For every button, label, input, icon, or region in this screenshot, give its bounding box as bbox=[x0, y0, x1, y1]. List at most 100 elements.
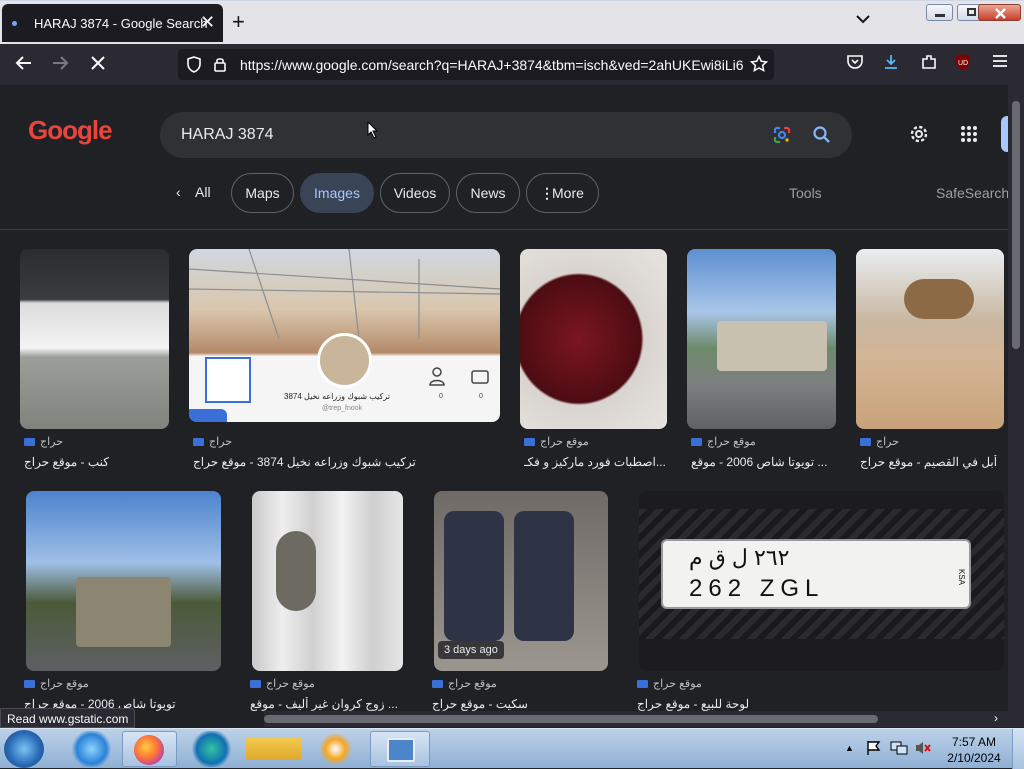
result-thumbnail[interactable] bbox=[520, 249, 667, 429]
tab-videos[interactable]: Videos bbox=[380, 173, 450, 213]
status-bar: Read www.gstatic.com bbox=[0, 708, 136, 728]
result-source: موقع حراج bbox=[540, 436, 589, 448]
tab-news[interactable]: News bbox=[456, 173, 520, 213]
result-title[interactable]: زوج كروان غير أليف - موقع ... bbox=[250, 697, 403, 711]
tab-images[interactable]: Images bbox=[300, 173, 374, 213]
start-button[interactable] bbox=[4, 730, 44, 768]
result-title[interactable]: تويوتا شاص 2006 - موقع ... bbox=[691, 455, 836, 469]
result-thumbnail[interactable]: تركيب شبوك وزراعه نخيل 3874 @trep_fnook … bbox=[189, 249, 500, 422]
file-explorer-icon[interactable] bbox=[246, 731, 301, 767]
url-text[interactable]: https://www.google.com/search?q=HARAJ+38… bbox=[240, 57, 744, 73]
firefox-taskbar-button[interactable] bbox=[122, 731, 177, 767]
search-box[interactable]: HARAJ 3874 bbox=[160, 112, 852, 158]
mouse-cursor-icon bbox=[367, 120, 379, 144]
forward-icon[interactable] bbox=[50, 53, 70, 78]
tab-all[interactable]: ‹ All bbox=[166, 173, 224, 213]
bird-shape bbox=[276, 531, 316, 611]
result-title[interactable]: تركيب شبوك وزراعه نخيل 3874 - موقع حراج bbox=[193, 455, 500, 469]
qr-code-icon bbox=[205, 357, 251, 403]
scrollbar-thumb[interactable] bbox=[1012, 101, 1020, 349]
settings-gear-icon[interactable] bbox=[908, 123, 930, 150]
overlay-caption: تركيب شبوك وزراعه نخيل 3874 bbox=[284, 392, 390, 401]
tab-favicon-icon bbox=[12, 21, 17, 26]
window-close-button[interactable] bbox=[978, 4, 1021, 21]
scroll-right-icon[interactable]: › bbox=[994, 711, 998, 725]
navigation-toolbar: https://www.google.com/search?q=HARAJ+38… bbox=[0, 44, 1024, 85]
vertical-scrollbar[interactable] bbox=[1008, 85, 1024, 711]
menu-hamburger-icon[interactable] bbox=[992, 53, 1008, 74]
result-title[interactable]: كنب - موقع حراج bbox=[24, 455, 170, 469]
edge-icon[interactable] bbox=[184, 731, 239, 767]
source-favicon-icon bbox=[432, 680, 443, 688]
horizontal-scrollbar[interactable]: › bbox=[264, 711, 1024, 727]
source-favicon-icon bbox=[524, 438, 535, 446]
show-hidden-icons[interactable]: ▲ bbox=[845, 743, 854, 753]
result-thumbnail[interactable] bbox=[252, 491, 403, 671]
browser-tab[interactable]: HARAJ 3874 - Google Search ✕ bbox=[2, 4, 223, 42]
scrollbar-thumb[interactable] bbox=[264, 715, 878, 723]
tracking-protection-icon[interactable] bbox=[186, 56, 202, 78]
result-source: حراج bbox=[40, 436, 64, 448]
stop-loading-icon[interactable] bbox=[88, 53, 108, 78]
search-input[interactable]: HARAJ 3874 bbox=[181, 126, 274, 144]
tab-maps[interactable]: Maps bbox=[231, 173, 294, 213]
source-favicon-icon bbox=[637, 680, 648, 688]
result-title[interactable]: سكيت - موقع حراج bbox=[432, 697, 608, 711]
url-bar[interactable]: https://www.google.com/search?q=HARAJ+38… bbox=[178, 49, 774, 80]
search-icon[interactable] bbox=[812, 125, 832, 150]
image-result[interactable]: موقع حراج اصطبات فورد ماركيز و فكـ... bbox=[520, 249, 667, 479]
lock-icon[interactable] bbox=[213, 56, 227, 78]
new-tab-button[interactable]: + bbox=[232, 9, 245, 35]
camel-shape bbox=[904, 279, 974, 319]
google-logo[interactable]: Google bbox=[28, 115, 113, 146]
control-panel-taskbar-button[interactable] bbox=[370, 731, 430, 767]
result-thumbnail[interactable] bbox=[687, 249, 836, 429]
haraj-watermark bbox=[189, 409, 227, 422]
result-source: موقع حراج bbox=[448, 678, 497, 690]
volume-muted-icon[interactable] bbox=[914, 740, 932, 761]
image-result[interactable]: موقع حراج تويوتا شاص 2006 - موقع حراج bbox=[20, 491, 221, 711]
result-source: حراج bbox=[209, 436, 233, 448]
apps-grid-icon[interactable] bbox=[960, 125, 978, 148]
result-thumbnail[interactable] bbox=[26, 491, 221, 671]
control-panel-icon bbox=[387, 738, 415, 762]
search-results-page: Google HARAJ 3874 ‹ All Maps Images Vide… bbox=[0, 85, 1008, 711]
internet-explorer-icon[interactable] bbox=[64, 731, 119, 767]
result-title[interactable]: لوحة للبيع - موقع حراج bbox=[637, 697, 1004, 711]
show-desktop-button[interactable] bbox=[1012, 729, 1024, 769]
image-result[interactable]: حراج أبل في القصيم - موقع حراج bbox=[856, 249, 1004, 479]
result-title[interactable]: اصطبات فورد ماركيز و فكـ... bbox=[524, 455, 667, 469]
result-thumbnail[interactable] bbox=[856, 249, 1004, 429]
list-tabs-icon[interactable] bbox=[856, 11, 870, 27]
result-source: حراج bbox=[876, 436, 900, 448]
image-result[interactable]: حراج كنب - موقع حراج bbox=[20, 249, 170, 479]
result-thumbnail[interactable] bbox=[20, 249, 169, 429]
back-icon[interactable] bbox=[14, 53, 34, 78]
image-result[interactable]: تركيب شبوك وزراعه نخيل 3874 @trep_fnook … bbox=[189, 249, 500, 479]
skate-right-shape bbox=[514, 511, 574, 641]
result-thumbnail[interactable]: 3 days ago bbox=[434, 491, 608, 671]
downloads-icon[interactable] bbox=[882, 53, 900, 76]
action-center-flag-icon[interactable] bbox=[866, 740, 882, 761]
extensions-icon[interactable] bbox=[920, 53, 938, 76]
google-lens-icon[interactable] bbox=[772, 125, 792, 150]
tools-button[interactable]: Tools bbox=[789, 185, 822, 201]
media-player-icon[interactable] bbox=[308, 731, 363, 767]
pocket-icon[interactable] bbox=[846, 53, 864, 76]
result-title[interactable]: أبل في القصيم - موقع حراج bbox=[860, 455, 1004, 469]
image-result[interactable]: 3 days ago موقع حراج سكيت - موقع حراج bbox=[428, 491, 608, 711]
image-result[interactable]: موقع حراج تويوتا شاص 2006 - موقع ... bbox=[687, 249, 836, 479]
network-icon[interactable] bbox=[890, 740, 908, 761]
sign-in-button[interactable] bbox=[1001, 116, 1008, 152]
source-favicon-icon bbox=[250, 680, 261, 688]
bookmark-star-icon[interactable] bbox=[749, 54, 769, 78]
safesearch-button[interactable]: SafeSearch bbox=[936, 185, 1008, 201]
tab-close-icon[interactable]: ✕ bbox=[200, 12, 215, 33]
minimize-button[interactable] bbox=[926, 4, 953, 21]
result-thumbnail[interactable]: ٢٦٢ ل ق م 262 ZGL KSA bbox=[639, 491, 1004, 671]
ublock-origin-icon[interactable]: UD bbox=[954, 53, 972, 76]
system-clock[interactable]: 7:57 AM 2/10/2024 bbox=[944, 734, 1004, 766]
image-result[interactable]: ٢٦٢ ل ق م 262 ZGL KSA موقع حراج لوحة للب… bbox=[633, 491, 1004, 711]
image-result[interactable]: موقع حراج زوج كروان غير أليف - موقع ... bbox=[246, 491, 403, 711]
tab-more[interactable]: ⋮ More bbox=[526, 173, 599, 213]
